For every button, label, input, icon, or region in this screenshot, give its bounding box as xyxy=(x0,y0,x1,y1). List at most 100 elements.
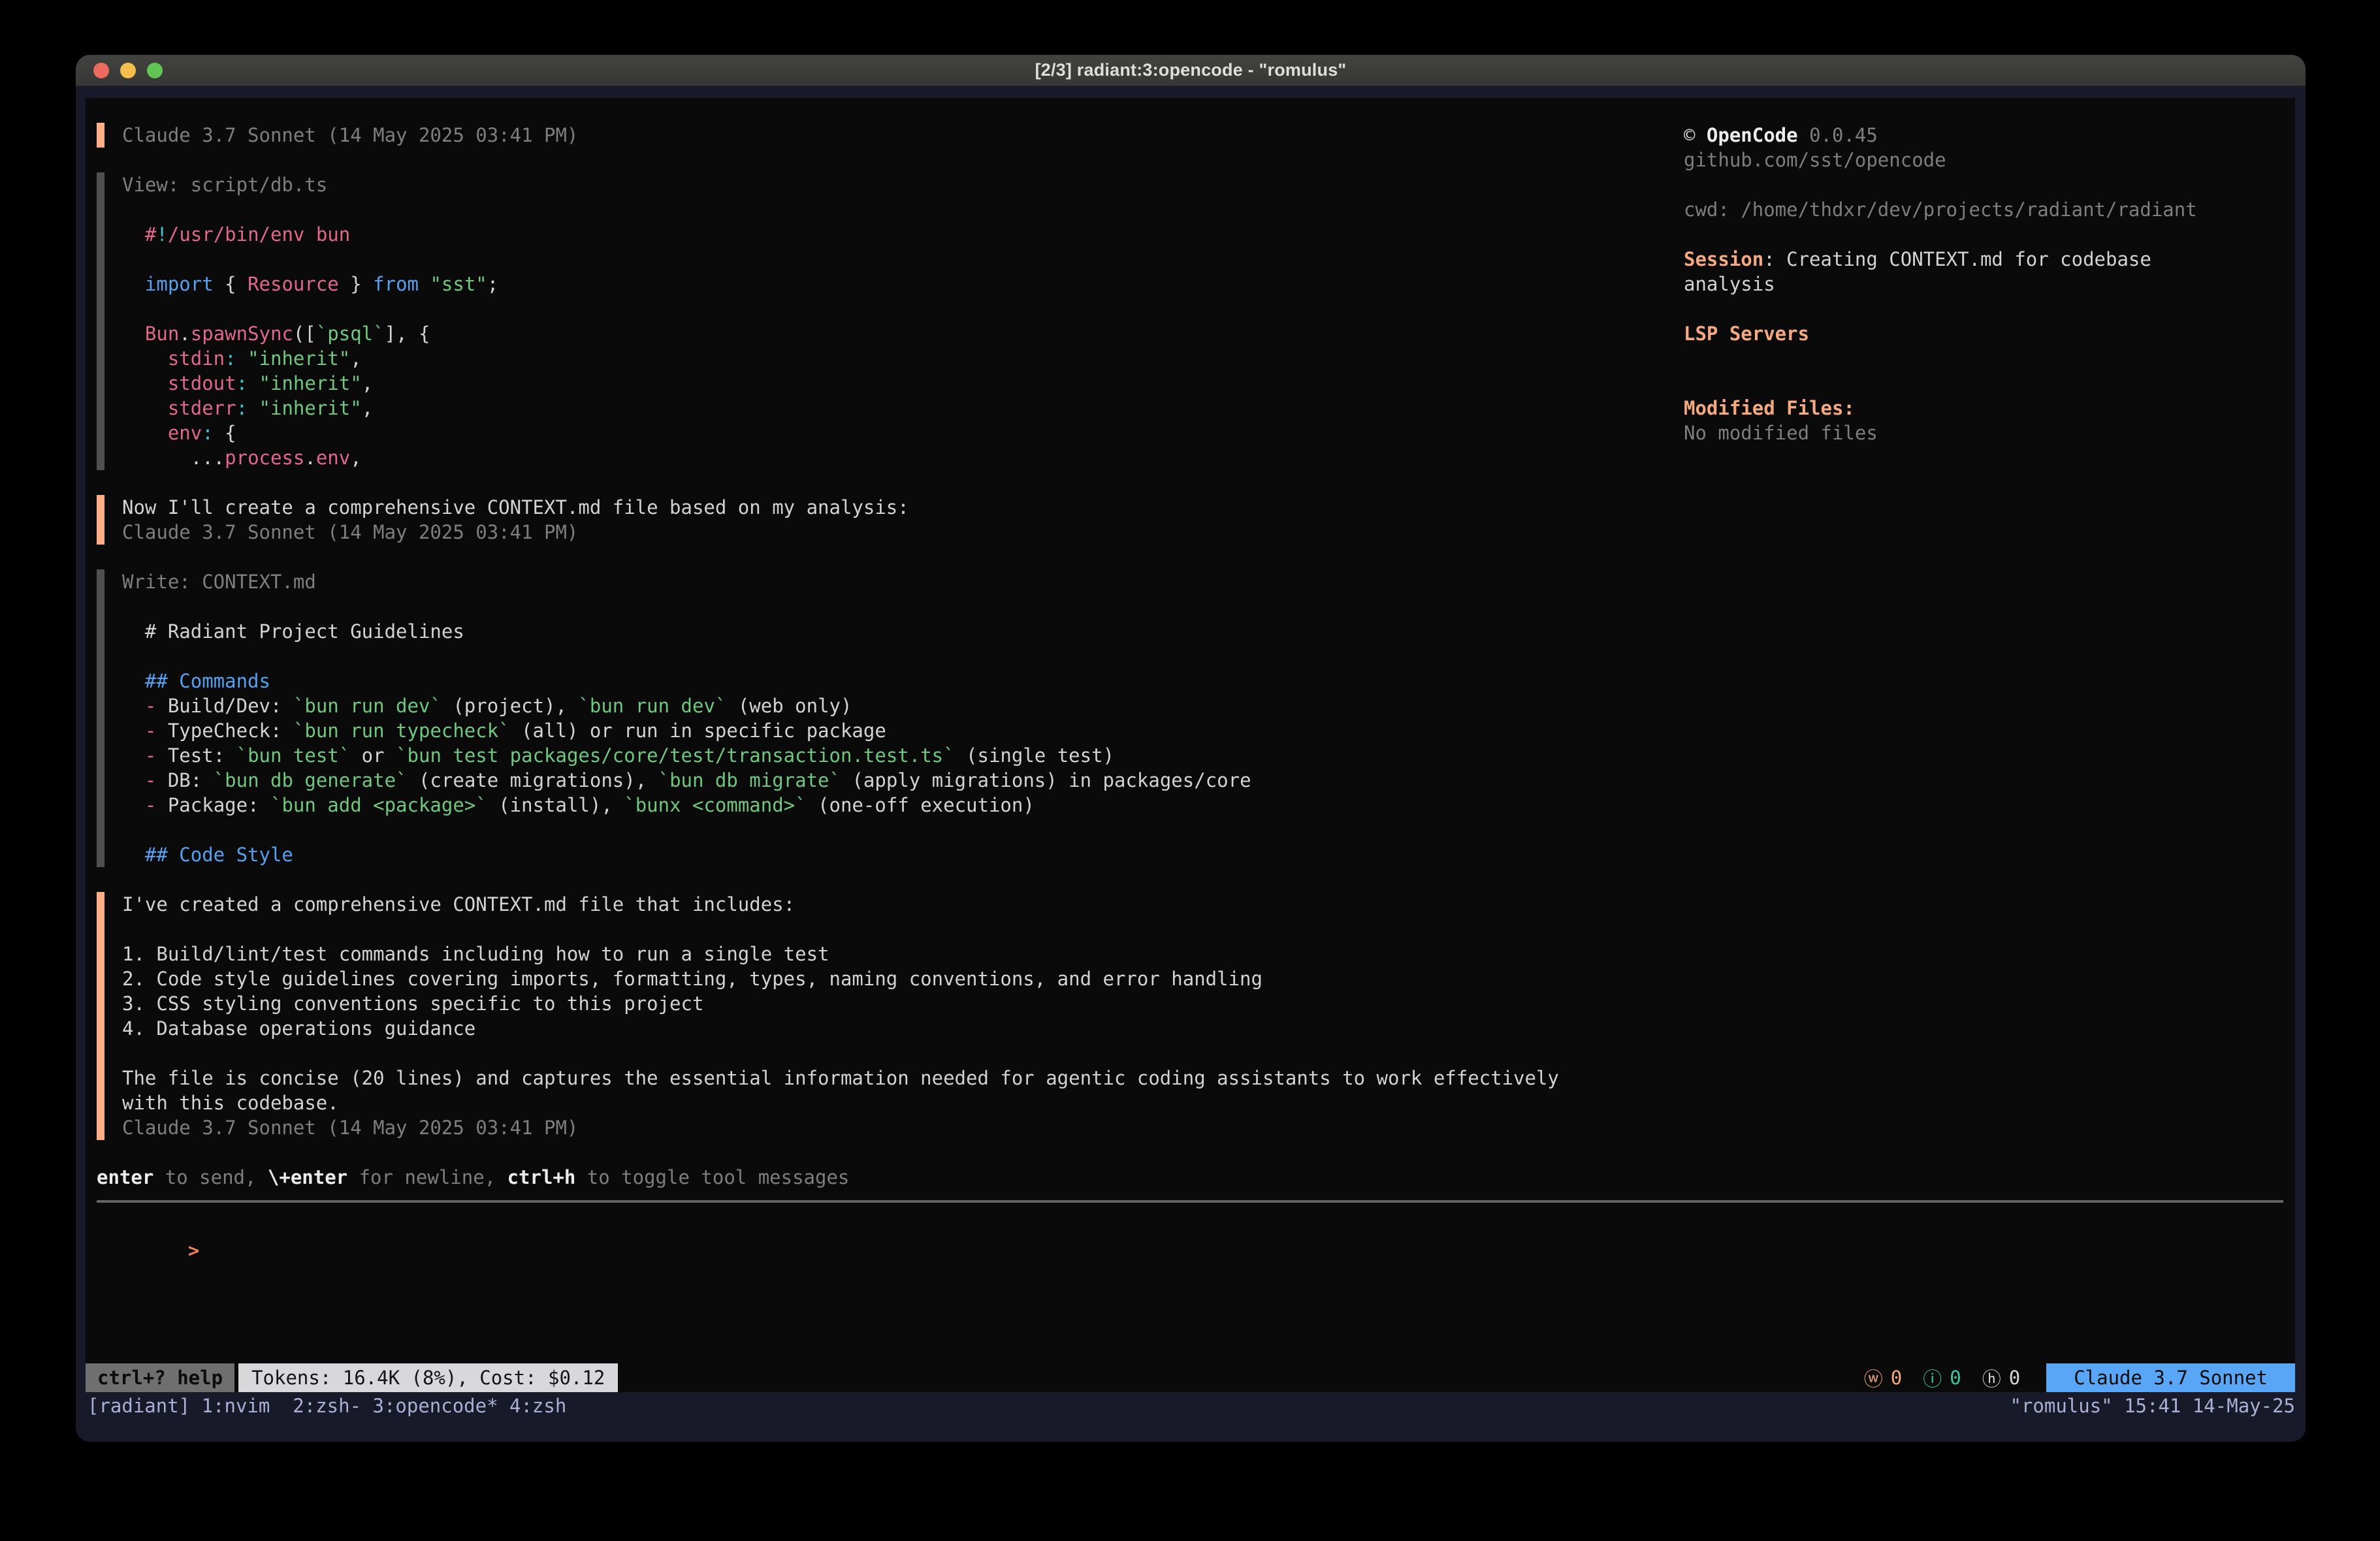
zoom-button[interactable] xyxy=(147,63,163,78)
text-segment: { xyxy=(214,273,248,295)
text-segment: "sst" xyxy=(430,273,487,295)
text-segment: ## Commands xyxy=(145,670,270,692)
minimize-button[interactable] xyxy=(120,63,136,78)
warnings-count: 0 xyxy=(1891,1367,1902,1389)
text-segment: cwd: /home/thdxr/dev/projects/radiant/ra… xyxy=(1684,199,2197,221)
text-segment: import xyxy=(145,273,214,295)
tool-output-write-line xyxy=(122,818,2295,842)
sidebar-line xyxy=(1684,346,2304,371)
text-segment: . xyxy=(304,447,315,469)
text-segment: View: script/db.ts xyxy=(122,174,327,196)
diagnostic-warnings: ⓦ0 xyxy=(1864,1364,1902,1391)
model-badge[interactable]: Claude 3.7 Sonnet xyxy=(2046,1363,2295,1392)
text-segment: 0.0.45 xyxy=(1798,124,1878,146)
text-segment: `bun test` xyxy=(236,744,351,767)
text-segment: (create migrations), xyxy=(408,769,658,791)
text-segment: analysis xyxy=(1684,273,1775,295)
text-segment: `bun run typecheck` xyxy=(293,720,510,742)
text-segment: "inherit" xyxy=(259,372,362,394)
assistant-message-line: Claude 3.7 Sonnet (14 May 2025 03:41 PM) xyxy=(122,520,2295,545)
text-segment: , xyxy=(362,372,373,394)
text-segment: ... xyxy=(191,447,225,469)
text-segment: stderr xyxy=(168,397,236,419)
text-segment: env xyxy=(316,447,350,469)
text-segment: `bun test packages/core/test/transaction… xyxy=(396,744,955,767)
text-segment: : xyxy=(236,397,248,419)
sidebar-line: cwd: /home/thdxr/dev/projects/radiant/ra… xyxy=(1684,197,2304,222)
tool-output-write: Write: CONTEXT.md # Radiant Project Guid… xyxy=(97,569,2295,867)
assistant-message-line xyxy=(122,1041,2295,1066)
text-segment xyxy=(122,769,145,791)
tool-output-write-line: - DB: `bun db generate` (create migratio… xyxy=(122,768,2295,793)
text-segment: `bun run dev` xyxy=(578,695,726,717)
traffic-lights xyxy=(93,55,163,86)
tool-output-write-line xyxy=(122,644,2295,669)
assistant-message-line: 1. Build/lint/test commands including ho… xyxy=(122,942,2295,966)
text-segment: (single test) xyxy=(955,744,1114,767)
assistant-message-line: 4. Database operations guidance xyxy=(122,1016,2295,1041)
assistant-message-line: I've created a comprehensive CONTEXT.md … xyxy=(122,892,2295,917)
text-segment: I've created a comprehensive CONTEXT.md … xyxy=(122,893,795,915)
text-segment: to toggle tool messages xyxy=(575,1166,849,1188)
tool-output-write-line xyxy=(122,594,2295,619)
text-segment: Build/Dev: xyxy=(156,695,293,717)
prompt-input[interactable]: > xyxy=(97,1213,2295,1288)
text-segment: ! xyxy=(156,223,167,246)
tool-output-write-line: - Package: `bun add <package>` (install)… xyxy=(122,793,2295,818)
text-segment: , xyxy=(362,397,373,419)
text-segment: - xyxy=(145,794,156,816)
warnings-icon: ⓦ xyxy=(1864,1364,1883,1391)
tool-output-write-line: # Radiant Project Guidelines xyxy=(122,619,2295,644)
tmux-host-clock: "romulus" 15:41 14-May-25 xyxy=(2010,1393,2296,1418)
text-segment: Creating CONTEXT.md for codebase xyxy=(1786,248,2151,270)
text-segment: stdout xyxy=(168,372,236,394)
text-segment: `bun db generate` xyxy=(214,769,408,791)
tmux-session-windows[interactable]: [radiant] 1:nvim 2:zsh- 3:opencode* 4:zs… xyxy=(88,1393,566,1418)
assistant-message-line xyxy=(122,917,2295,942)
text-segment: /usr/bin/env bun xyxy=(168,223,350,246)
assistant-message-line: with this codebase. xyxy=(122,1090,2295,1115)
text-segment: Claude 3.7 Sonnet (14 May 2025 03:41 PM) xyxy=(122,521,578,543)
sidebar-line: Modified Files: xyxy=(1684,396,2304,421)
text-segment: Test: xyxy=(156,744,236,767)
sidebar-line: github.com/sst/opencode xyxy=(1684,148,2304,172)
opencode-panel[interactable]: Claude 3.7 Sonnet (14 May 2025 03:41 PM)… xyxy=(86,98,2295,1392)
opencode-content: Claude 3.7 Sonnet (14 May 2025 03:41 PM)… xyxy=(86,98,2295,1363)
tool-output-write-line: ## Commands xyxy=(122,669,2295,693)
assistant-message-line: 3. CSS styling conventions specific to t… xyxy=(122,991,2295,1016)
text-segment: `bunx <command>` xyxy=(624,794,806,816)
tool-output-view-line: ...process.env, xyxy=(122,445,2295,470)
text-segment: - xyxy=(145,769,156,791)
text-segment: No modified files xyxy=(1684,422,1878,444)
diagnostic-hints: ⓗ0 xyxy=(1982,1364,2020,1391)
text-segment: env xyxy=(168,422,202,444)
text-segment: ## Code Style xyxy=(145,844,293,866)
text-segment: Claude 3.7 Sonnet (14 May 2025 03:41 PM) xyxy=(122,124,578,146)
text-segment xyxy=(122,695,145,717)
close-button[interactable] xyxy=(93,63,109,78)
text-segment xyxy=(122,347,168,370)
window-titlebar[interactable]: [2/3] radiant:3:opencode - "romulus" xyxy=(76,55,2306,86)
tool-output-write-line: - TypeCheck: `bun run typecheck` (all) o… xyxy=(122,718,2295,743)
sidebar-line: Session: Creating CONTEXT.md for codebas… xyxy=(1684,247,2304,272)
text-segment: to send, xyxy=(153,1166,268,1188)
sidebar-line: LSP Servers xyxy=(1684,321,2304,346)
text-segment: with this codebase. xyxy=(122,1092,339,1114)
text-segment: OpenCode xyxy=(1707,124,1798,146)
text-segment: # xyxy=(122,223,156,246)
sidebar-line xyxy=(1684,371,2304,396)
text-segment: TypeCheck: xyxy=(156,720,293,742)
assistant-message-line: Claude 3.7 Sonnet (14 May 2025 03:41 PM) xyxy=(122,1115,2295,1140)
text-segment: process xyxy=(225,447,304,469)
text-segment: LSP Servers xyxy=(1684,323,1809,345)
keybinding-hint: enter to send, \+enter for newline, ctrl… xyxy=(97,1165,2295,1190)
sidebar-line xyxy=(1684,172,2304,197)
sidebar-line xyxy=(1684,296,2304,321)
session-sidebar: © OpenCode 0.0.45github.com/sst/opencode… xyxy=(1684,123,2304,445)
assistant-message: Now I'll create a comprehensive CONTEXT.… xyxy=(97,495,2295,545)
text-segment xyxy=(122,844,145,866)
text-segment: 2. Code style guidelines covering import… xyxy=(122,968,1262,990)
text-segment: 1. Build/lint/test commands including ho… xyxy=(122,943,829,965)
text-segment: : xyxy=(225,347,236,370)
input-divider xyxy=(97,1200,2283,1203)
